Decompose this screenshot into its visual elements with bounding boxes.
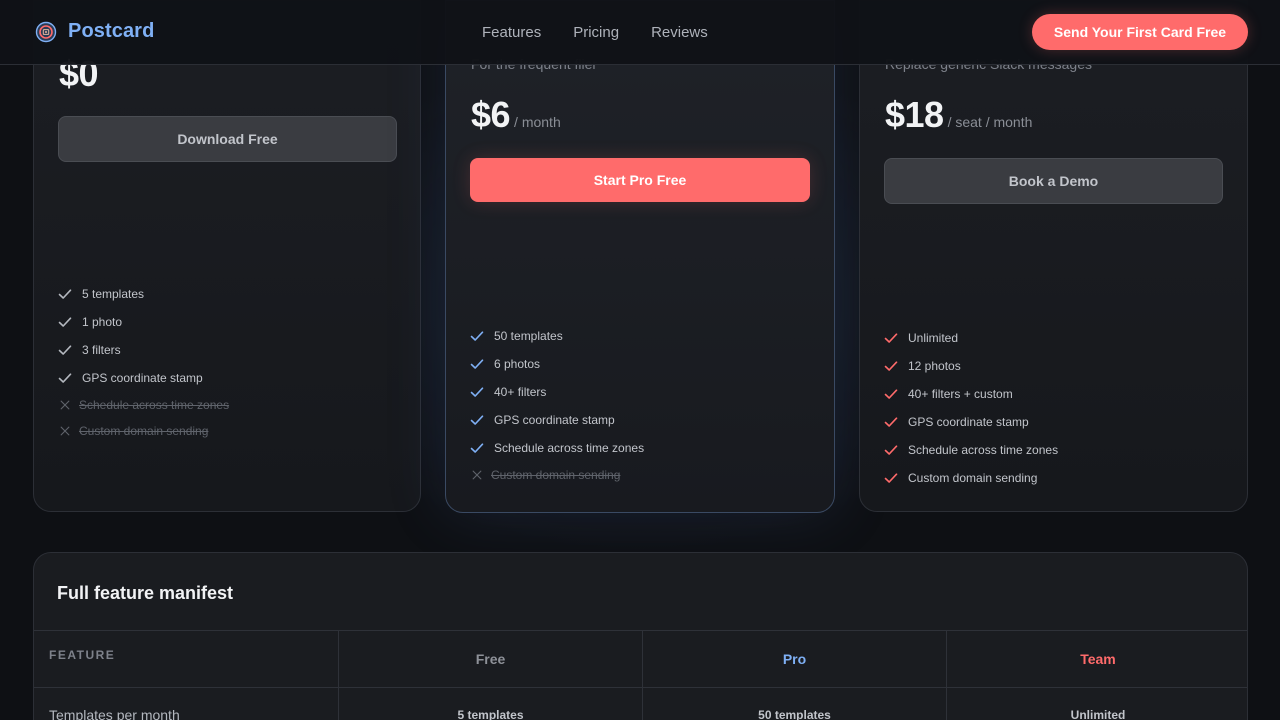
feature-label: 6 photos [494, 357, 541, 371]
cross-icon [472, 470, 482, 480]
feature-label: 50 templates [494, 329, 563, 343]
brand[interactable]: Postcard [35, 20, 154, 43]
feature-item: 3 filters [58, 336, 229, 364]
feature-item: 1 photo [58, 308, 229, 336]
feature-label: Unlimited [908, 331, 959, 345]
table-header-row: FEATURE Free Pro Team [34, 630, 1247, 687]
feature-label: 40+ filters [494, 385, 547, 399]
feature-label: Custom domain sending [491, 468, 621, 482]
feature-item: Custom domain sending [58, 418, 229, 444]
price-pro: $6 [471, 94, 511, 135]
feature-list-free: 5 templates 1 photo 3 filters GPS coordinat… [58, 280, 229, 444]
check-icon [470, 331, 484, 341]
feature-table: FEATURE Free Pro Team Templates per mont… [34, 630, 1247, 720]
table-cell-free: 5 templates [338, 688, 642, 720]
table-row: Templates per month 5 templates 50 templ… [34, 687, 1247, 720]
feature-label: 1 photo [82, 315, 123, 329]
manifest-title: Full feature manifest [57, 583, 234, 603]
check-icon [470, 415, 484, 425]
feature-item: 12 photos [884, 352, 1058, 380]
cross-icon [60, 400, 70, 410]
feature-item: GPS coordinate stamp [470, 406, 644, 434]
period-pro: / month [514, 114, 561, 130]
book-a-demo-button[interactable]: Book a Demo [884, 158, 1223, 204]
feature-label: 5 templates [82, 287, 145, 301]
check-icon [470, 443, 484, 453]
check-icon [884, 417, 898, 427]
feature-item: Schedule across time zones [884, 436, 1058, 464]
download-free-button[interactable]: Download Free [58, 116, 397, 162]
feature-manifest: Full feature manifest FEATURE Free Pro T… [33, 552, 1248, 720]
table-cell-team: Unlimited [946, 688, 1247, 720]
price-team: $18 [885, 94, 944, 135]
feature-item: GPS coordinate stamp [58, 364, 229, 392]
feature-label: Custom domain sending [908, 471, 1038, 485]
feature-item: 50 templates [470, 322, 644, 350]
cross-icon [60, 426, 70, 436]
feature-item: Custom domain sending [470, 462, 644, 488]
feature-item: Custom domain sending [884, 464, 1058, 492]
stamp-seal-icon [35, 21, 57, 42]
feature-label: 12 photos [908, 359, 961, 373]
start-pro-free-button[interactable]: Start Pro Free [470, 158, 810, 202]
check-icon [884, 473, 898, 483]
feature-label: GPS coordinate stamp [494, 413, 615, 427]
feature-label: Schedule across time zones [79, 398, 230, 412]
nav-links: Features Pricing Reviews [466, 22, 724, 43]
check-icon [58, 317, 72, 327]
feature-label: Schedule across time zones [494, 441, 645, 455]
column-header-feature: FEATURE [49, 648, 116, 662]
check-icon [58, 289, 72, 299]
column-header-team: Team [946, 631, 1247, 687]
feature-label: 3 filters [82, 343, 121, 357]
top-nav: Postcard Features Pricing Reviews Send Y… [0, 0, 1280, 65]
brand-name: Postcard [68, 20, 155, 42]
feature-item: 40+ filters [470, 378, 644, 406]
feature-item: Unlimited [884, 324, 1058, 352]
feature-item: 6 photos [470, 350, 644, 378]
feature-item: 5 templates [58, 280, 229, 308]
check-icon [58, 345, 72, 355]
feature-label: GPS coordinate stamp [908, 415, 1029, 429]
feature-label: GPS coordinate stamp [82, 371, 203, 385]
table-cell-feature: Templates per month [49, 707, 180, 720]
table-cell-pro: 50 templates [642, 688, 946, 720]
send-first-card-button[interactable]: Send Your First Card Free [1032, 14, 1248, 50]
check-icon [884, 361, 898, 371]
nav-link-pricing[interactable]: Pricing [557, 22, 635, 43]
pricing-card-pro: For the frequent flier $6 / month Start … [445, 0, 835, 513]
feature-list-team: Unlimited 12 photos 40+ filters + custom GP… [884, 324, 1058, 492]
check-icon [884, 333, 898, 343]
pricing-card-free: $0 Download Free 5 templates 1 photo 3 fil… [33, 0, 421, 512]
feature-item: Schedule across time zones [58, 392, 229, 418]
check-icon [884, 445, 898, 455]
check-icon [470, 359, 484, 369]
feature-list-pro: 50 templates 6 photos 40+ filters GPS coord… [470, 322, 644, 488]
feature-item: GPS coordinate stamp [884, 408, 1058, 436]
feature-label: Custom domain sending [79, 424, 209, 438]
nav-link-reviews[interactable]: Reviews [635, 22, 724, 43]
price-row-pro: $6 / month [471, 94, 561, 136]
check-icon [470, 387, 484, 397]
feature-item: Schedule across time zones [470, 434, 644, 462]
feature-label: 40+ filters + custom [908, 387, 1013, 401]
feature-label: Schedule across time zones [908, 443, 1059, 457]
check-icon [884, 389, 898, 399]
column-header-pro: Pro [642, 631, 946, 687]
price-row-team: $18 / seat / month [885, 94, 1032, 136]
pricing-card-team: Replace generic Slack messages $18 / sea… [859, 0, 1248, 512]
feature-item: 40+ filters + custom [884, 380, 1058, 408]
nav-link-features[interactable]: Features [466, 22, 557, 43]
column-header-free: Free [338, 631, 642, 687]
check-icon [58, 373, 72, 383]
period-team: / seat / month [947, 114, 1033, 130]
